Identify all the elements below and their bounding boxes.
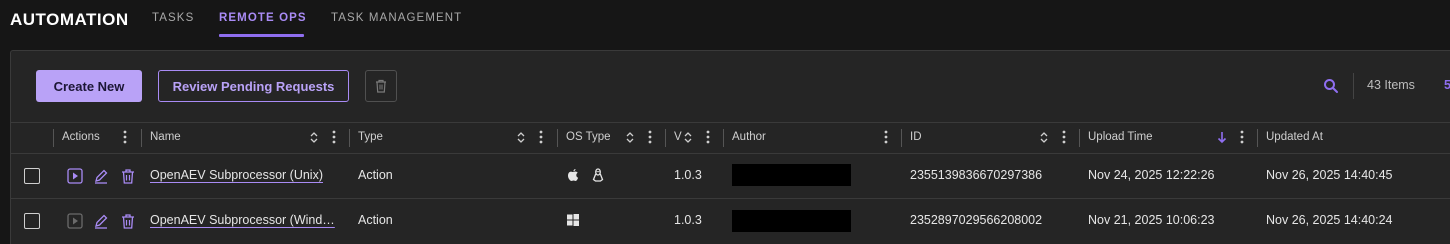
windows-icon bbox=[567, 214, 579, 226]
edit-icon[interactable] bbox=[93, 168, 109, 184]
column-header-type[interactable]: Type bbox=[358, 131, 383, 143]
sort-icon[interactable] bbox=[1039, 131, 1049, 144]
play-icon[interactable] bbox=[67, 213, 83, 229]
trash-icon[interactable] bbox=[120, 168, 136, 184]
column-header-version[interactable]: V bbox=[674, 131, 682, 143]
column-menu-icon[interactable] bbox=[1062, 130, 1066, 144]
column-separator bbox=[557, 129, 558, 147]
trash-icon bbox=[376, 79, 386, 93]
toolbar-divider bbox=[1353, 73, 1354, 99]
sort-icon[interactable] bbox=[625, 131, 635, 144]
column-header-actions: Actions bbox=[62, 131, 100, 143]
sort-icon[interactable] bbox=[516, 131, 526, 144]
column-header-author[interactable]: Author bbox=[732, 131, 766, 143]
row-checkbox[interactable] bbox=[24, 168, 40, 184]
row-upload-time: Nov 24, 2025 12:22:26 bbox=[1088, 168, 1215, 182]
play-icon[interactable] bbox=[67, 168, 83, 184]
row-updated-at: Nov 26, 2025 14:40:24 bbox=[1266, 213, 1393, 227]
row-updated-at: Nov 26, 2025 14:40:45 bbox=[1266, 168, 1393, 182]
column-menu-icon[interactable] bbox=[332, 130, 336, 144]
page-title: AUTOMATION bbox=[10, 10, 129, 29]
row-type: Action bbox=[358, 213, 393, 227]
row-id: 2352897029566208002 bbox=[910, 213, 1043, 227]
tab-remote-ops[interactable]: REMOTE OPS bbox=[219, 12, 307, 24]
column-menu-icon[interactable] bbox=[884, 130, 888, 144]
edit-icon[interactable] bbox=[93, 213, 109, 229]
row-divider bbox=[10, 198, 1450, 199]
top-bar bbox=[0, 0, 1450, 40]
column-header-id[interactable]: ID bbox=[910, 131, 922, 143]
row-id: 2355139836670297386 bbox=[910, 168, 1043, 182]
column-separator bbox=[141, 129, 142, 147]
column-separator bbox=[665, 129, 666, 147]
column-separator bbox=[901, 129, 902, 147]
row-version: 1.0.3 bbox=[674, 213, 702, 227]
row-upload-time: Nov 21, 2025 10:06:23 bbox=[1088, 213, 1215, 227]
row-type: Action bbox=[358, 168, 393, 182]
row-version: 1.0.3 bbox=[674, 168, 702, 182]
create-new-button[interactable]: Create New bbox=[36, 70, 142, 102]
sort-icon[interactable] bbox=[309, 131, 319, 144]
table-header bbox=[10, 122, 1450, 154]
items-count: 43 Items bbox=[1367, 78, 1415, 92]
author-redacted bbox=[732, 210, 851, 232]
column-menu-icon[interactable] bbox=[706, 130, 710, 144]
column-separator bbox=[1257, 129, 1258, 147]
column-separator bbox=[1079, 129, 1080, 147]
column-header-updated-at[interactable]: Updated At bbox=[1266, 131, 1323, 143]
apple-icon bbox=[568, 169, 579, 181]
column-header-name[interactable]: Name bbox=[150, 131, 181, 143]
column-menu-icon[interactable] bbox=[539, 130, 543, 144]
column-menu-icon[interactable] bbox=[123, 130, 127, 144]
tab-task-management[interactable]: TASK MANAGEMENT bbox=[331, 12, 462, 24]
column-header-os-type[interactable]: OS Type bbox=[566, 131, 611, 143]
row-name-link[interactable]: OpenAEV Subprocessor (Unix) bbox=[150, 168, 323, 182]
search-icon[interactable] bbox=[1323, 78, 1339, 94]
column-menu-icon[interactable] bbox=[648, 130, 652, 144]
page-size-selector[interactable]: 5 bbox=[1444, 78, 1450, 92]
column-separator bbox=[53, 129, 54, 147]
row-name-link[interactable]: OpenAEV Subprocessor (Wind… bbox=[150, 213, 335, 227]
active-tab-indicator bbox=[219, 34, 304, 37]
delete-button[interactable] bbox=[365, 70, 397, 102]
author-redacted bbox=[732, 164, 851, 186]
linux-icon bbox=[592, 168, 604, 182]
column-separator bbox=[723, 129, 724, 147]
column-header-upload-time[interactable]: Upload Time bbox=[1088, 131, 1153, 143]
review-pending-requests-button[interactable]: Review Pending Requests bbox=[158, 70, 349, 102]
trash-icon[interactable] bbox=[120, 213, 136, 229]
sort-icon[interactable] bbox=[683, 131, 693, 144]
tab-tasks[interactable]: TASKS bbox=[152, 12, 194, 24]
column-menu-icon[interactable] bbox=[1240, 130, 1244, 144]
column-separator bbox=[349, 129, 350, 147]
sort-descending-icon[interactable] bbox=[1217, 131, 1227, 144]
row-checkbox[interactable] bbox=[24, 213, 40, 229]
